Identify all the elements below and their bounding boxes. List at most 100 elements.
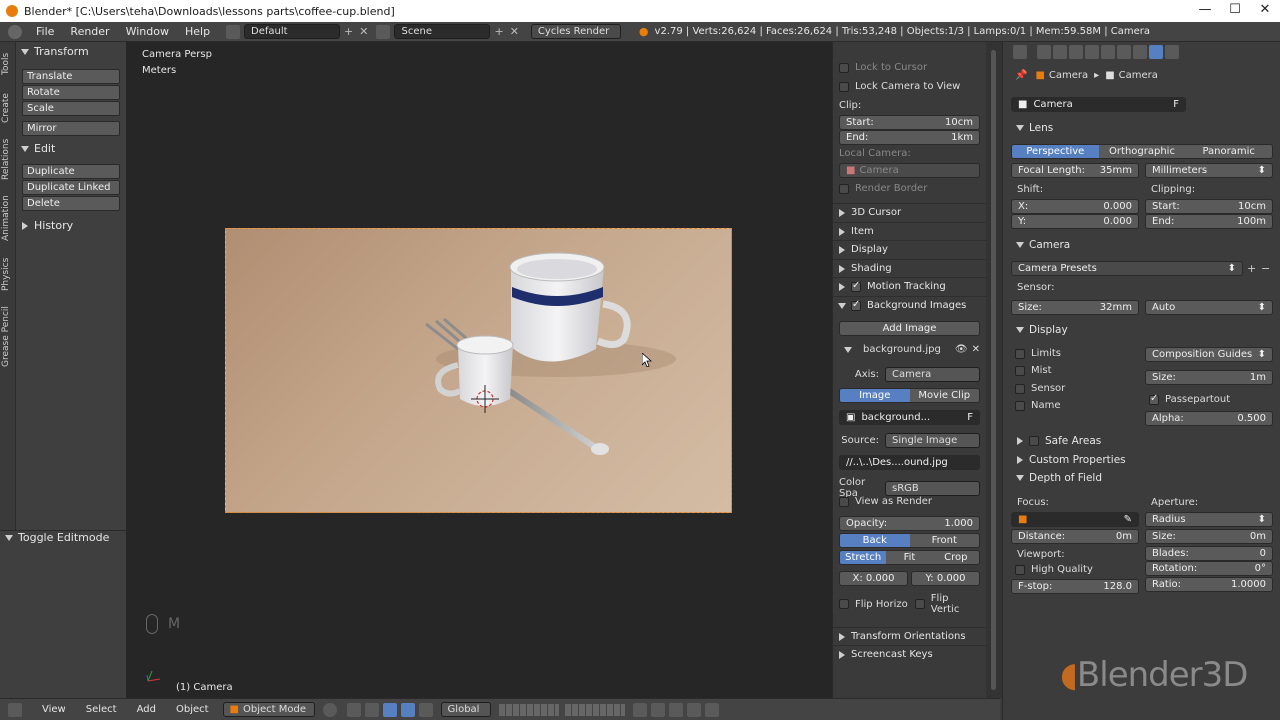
clip-start-field[interactable]: Start: 10cm bbox=[1145, 199, 1273, 214]
clip-end-field[interactable]: End: 1km bbox=[839, 130, 980, 145]
stretch-option[interactable]: Stretch bbox=[840, 551, 887, 564]
camera-datablock-field[interactable]: ■ Camera F bbox=[1011, 97, 1186, 112]
camera-data-tab-icon[interactable] bbox=[1149, 45, 1163, 59]
tab-create[interactable]: Create bbox=[1, 88, 15, 128]
close-button[interactable]: ✕ bbox=[1250, 0, 1280, 22]
back-option[interactable]: Back bbox=[840, 534, 910, 547]
safe-areas-header[interactable]: Safe Areas bbox=[1011, 432, 1276, 450]
focal-length-field[interactable]: Focal Length: 35mm bbox=[1011, 163, 1139, 178]
snap-icon[interactable] bbox=[632, 702, 647, 717]
modifiers-tab-icon[interactable] bbox=[1133, 45, 1147, 59]
section-shading[interactable]: Shading bbox=[833, 259, 986, 277]
layout-grid-icon[interactable] bbox=[226, 24, 241, 39]
menu-window[interactable]: Window bbox=[118, 25, 177, 38]
menu-add[interactable]: Add bbox=[137, 704, 156, 715]
section-item[interactable]: Item bbox=[833, 222, 986, 240]
aperture-size-field[interactable]: Size: 0m bbox=[1145, 529, 1273, 544]
editor-type-icon[interactable] bbox=[8, 24, 22, 39]
clip-start-field[interactable]: Start: 10cm bbox=[839, 115, 980, 130]
flip-v-check[interactable] bbox=[914, 599, 925, 609]
bg-source-type-toggle[interactable]: Image Movie Clip bbox=[839, 388, 980, 403]
maximize-button[interactable]: ☐ bbox=[1220, 0, 1250, 22]
tab-relations[interactable]: Relations bbox=[1, 134, 15, 184]
local-camera-field[interactable]: ■ Camera bbox=[839, 163, 980, 178]
passepartout-check[interactable]: Passepartout bbox=[1149, 393, 1230, 405]
menu-render[interactable]: Render bbox=[62, 25, 117, 38]
lens-unit-select[interactable]: Millimeters ⬍ bbox=[1145, 163, 1273, 178]
translate-manip-icon[interactable] bbox=[382, 702, 397, 717]
lens-panel-header[interactable]: Lens bbox=[1011, 119, 1276, 137]
physics-tab-icon[interactable] bbox=[1165, 45, 1179, 59]
scene-remove-icon[interactable]: ✕ bbox=[510, 25, 519, 38]
tab-physics[interactable]: Physics bbox=[1, 252, 15, 296]
shift-x-field[interactable]: X: 0.000 bbox=[1011, 199, 1139, 214]
preset-remove-icon[interactable]: − bbox=[1261, 262, 1270, 275]
menu-file[interactable]: File bbox=[28, 25, 62, 38]
camera-presets-select[interactable]: Camera Presets ⬍ bbox=[1011, 261, 1243, 276]
source-select[interactable]: Single Image bbox=[885, 433, 980, 448]
manipulator-icon[interactable] bbox=[364, 702, 379, 717]
crop-option[interactable]: Crop bbox=[932, 551, 979, 564]
front-option[interactable]: Front bbox=[909, 534, 979, 547]
duplicate-linked-button[interactable]: Duplicate Linked bbox=[22, 180, 120, 195]
transform-panel-header[interactable]: Transform bbox=[16, 43, 126, 60]
render-still-icon[interactable] bbox=[686, 702, 701, 717]
menu-view[interactable]: View bbox=[42, 704, 66, 715]
scene-tab-icon[interactable] bbox=[1069, 45, 1083, 59]
high-quality-check[interactable]: High Quality bbox=[1015, 564, 1093, 575]
render-border[interactable]: Render Border bbox=[839, 183, 980, 194]
render-engine-select[interactable]: Cycles Render bbox=[530, 24, 621, 39]
orthographic-option[interactable]: Orthographic bbox=[1098, 145, 1186, 158]
layers-grid-2[interactable] bbox=[564, 703, 625, 716]
add-image-button[interactable]: Add Image bbox=[839, 321, 980, 336]
scale-button[interactable]: Scale bbox=[22, 101, 120, 116]
rotate-button[interactable]: Rotate bbox=[22, 85, 120, 100]
tab-tools[interactable]: Tools bbox=[1, 46, 15, 82]
perspective-option[interactable]: Perspective bbox=[1012, 145, 1099, 158]
offset-x-field[interactable]: X: 0.000 bbox=[839, 571, 908, 586]
colorspace-select[interactable]: sRGB bbox=[885, 480, 980, 496]
lock-to-cursor[interactable]: Lock to Cursor bbox=[839, 62, 980, 73]
sensor-check[interactable]: Sensor bbox=[1015, 383, 1065, 394]
mist-check[interactable]: Mist bbox=[1015, 365, 1052, 376]
composition-guides-select[interactable]: Composition Guides ⬍ bbox=[1145, 347, 1273, 362]
orientation-select[interactable]: Global bbox=[440, 702, 491, 717]
layout-add-icon[interactable]: + bbox=[344, 25, 353, 38]
section-screencast-keys[interactable]: Screencast Keys bbox=[833, 645, 986, 663]
preset-add-icon[interactable]: + bbox=[1247, 262, 1256, 275]
edit-panel-header[interactable]: Edit bbox=[16, 140, 126, 157]
menu-help[interactable]: Help bbox=[177, 25, 218, 38]
proportional-icon[interactable] bbox=[650, 702, 665, 717]
object-tab-icon[interactable] bbox=[1101, 45, 1115, 59]
mirror-button[interactable]: Mirror bbox=[22, 121, 120, 136]
opacity-field[interactable]: Opacity: 1.000 bbox=[839, 516, 980, 531]
magnet-icon[interactable] bbox=[668, 702, 683, 717]
custom-properties-header[interactable]: Custom Properties bbox=[1011, 451, 1276, 469]
translate-button[interactable]: Translate bbox=[22, 69, 120, 84]
world-tab-icon[interactable] bbox=[1085, 45, 1099, 59]
toggle-editmode-header[interactable]: Toggle Editmode bbox=[0, 529, 126, 546]
aperture-type-select[interactable]: Radius ⬍ bbox=[1145, 512, 1273, 527]
bg-image-header[interactable]: background.jpg 👁 ✕ bbox=[839, 344, 980, 355]
minimize-button[interactable]: — bbox=[1190, 0, 1220, 22]
render-anim-icon[interactable] bbox=[704, 702, 719, 717]
fit-option[interactable]: Fit bbox=[886, 551, 933, 564]
history-panel-header[interactable]: History bbox=[16, 217, 126, 234]
shading-icon[interactable] bbox=[322, 702, 337, 717]
image-datablock-field[interactable]: ▣ background... F bbox=[839, 410, 980, 425]
axis-select[interactable]: Camera bbox=[885, 367, 980, 382]
focus-object-field[interactable]: ■ ✎ bbox=[1011, 512, 1139, 527]
limits-check[interactable]: Limits bbox=[1015, 348, 1061, 359]
constraints-tab-icon[interactable] bbox=[1117, 45, 1131, 59]
panoramic-option[interactable]: Panoramic bbox=[1185, 145, 1272, 158]
render-tab-icon[interactable] bbox=[1037, 45, 1051, 59]
section-transform-orientations[interactable]: Transform Orientations bbox=[833, 627, 986, 645]
movie-clip-option[interactable]: Movie Clip bbox=[909, 389, 979, 402]
section-display[interactable]: Display bbox=[833, 240, 986, 258]
rotate-manip-icon[interactable] bbox=[400, 702, 415, 717]
layout-field[interactable]: Default bbox=[244, 24, 341, 39]
sensor-size-field[interactable]: Size: 32mm bbox=[1011, 300, 1139, 315]
dof-panel-header[interactable]: Depth of Field bbox=[1011, 469, 1276, 487]
delete-button[interactable]: Delete bbox=[22, 196, 120, 211]
fstop-field[interactable]: F-stop: 128.0 bbox=[1011, 579, 1139, 594]
